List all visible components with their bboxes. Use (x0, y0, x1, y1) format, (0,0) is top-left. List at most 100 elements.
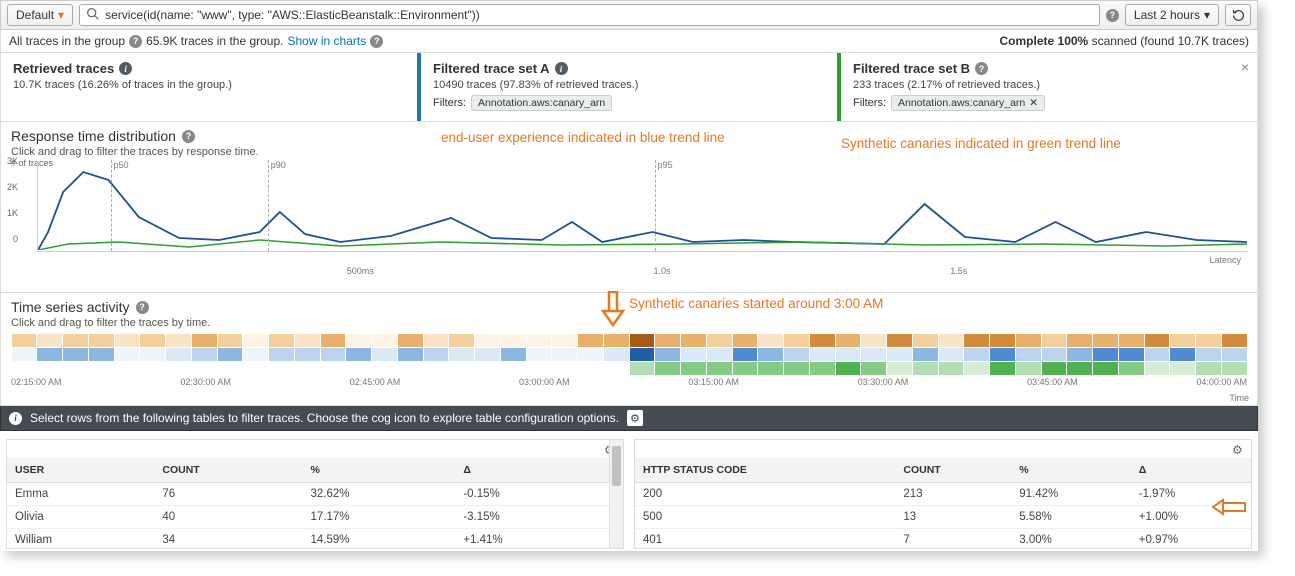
heatmap-cell[interactable] (1042, 362, 1067, 375)
heatmap-cell[interactable] (990, 348, 1015, 361)
heatmap-cell[interactable] (1119, 334, 1144, 347)
heatmap-cell[interactable] (758, 362, 783, 375)
heatmap-cell[interactable] (1196, 348, 1221, 361)
heatmap-cell[interactable] (733, 348, 758, 361)
heatmap-cell[interactable] (1016, 348, 1041, 361)
heatmap-cell[interactable] (552, 334, 577, 347)
table-row[interactable]: 20021391.42%-1.97% (635, 483, 1251, 506)
scrollbar[interactable] (609, 440, 623, 548)
heatmap-cell[interactable] (475, 334, 500, 347)
heatmap-cell[interactable] (939, 334, 964, 347)
heatmap-cell[interactable] (964, 334, 989, 347)
heatmap-cell[interactable] (1067, 362, 1092, 375)
heatmap-cell[interactable] (990, 334, 1015, 347)
timeseries-heatmap[interactable] (11, 333, 1247, 375)
heatmap-cell[interactable] (321, 348, 346, 361)
heatmap-cell[interactable] (887, 362, 912, 375)
heatmap-cell[interactable] (346, 348, 371, 361)
heatmap-cell[interactable] (1222, 362, 1247, 375)
heatmap-cell[interactable] (887, 348, 912, 361)
heatmap-cell[interactable] (707, 334, 732, 347)
filter-chip-annotation-canary[interactable]: Annotation.aws:canary_arn ✕ (891, 95, 1045, 111)
heatmap-cell[interactable] (552, 348, 577, 361)
heatmap-cell[interactable] (707, 362, 732, 375)
heatmap-cell[interactable] (784, 334, 809, 347)
timerange-dropdown[interactable]: Last 2 hours ▾ (1125, 4, 1219, 26)
heatmap-cell[interactable] (964, 348, 989, 361)
heatmap-cell[interactable] (990, 362, 1015, 375)
heatmap-cell[interactable] (552, 362, 577, 375)
col-delta[interactable]: Δ (455, 458, 609, 483)
heatmap-cell[interactable] (964, 362, 989, 375)
heatmap-cell[interactable] (630, 334, 655, 347)
heatmap-cell[interactable] (784, 362, 809, 375)
chip-remove-icon[interactable]: ✕ (1029, 97, 1038, 109)
heatmap-cell[interactable] (63, 362, 88, 375)
heatmap-cell[interactable] (295, 334, 320, 347)
heatmap-cell[interactable] (218, 348, 243, 361)
heatmap-cell[interactable] (192, 362, 217, 375)
heatmap-cell[interactable] (810, 334, 835, 347)
heatmap-cell[interactable] (784, 348, 809, 361)
show-in-charts-link[interactable]: Show in charts (287, 34, 366, 48)
col-percent[interactable]: % (1011, 458, 1131, 483)
heatmap-cell[interactable] (449, 334, 474, 347)
heatmap-cell[interactable] (192, 348, 217, 361)
heatmap-cell[interactable] (604, 334, 629, 347)
heatmap-cell[interactable] (913, 334, 938, 347)
heatmap-cell[interactable] (501, 334, 526, 347)
col-status[interactable]: HTTP STATUS CODE (635, 458, 895, 483)
heatmap-cell[interactable] (861, 334, 886, 347)
heatmap-cell[interactable] (12, 362, 37, 375)
refresh-button[interactable] (1225, 4, 1251, 26)
heatmap-cell[interactable] (295, 348, 320, 361)
heatmap-cell[interactable] (758, 348, 783, 361)
col-count[interactable]: COUNT (154, 458, 302, 483)
info-icon[interactable]: i (119, 62, 132, 75)
heatmap-cell[interactable] (269, 334, 294, 347)
heatmap-cell[interactable] (1170, 348, 1195, 361)
heatmap-cell[interactable] (578, 362, 603, 375)
heatmap-cell[interactable] (733, 362, 758, 375)
heatmap-cell[interactable] (37, 362, 62, 375)
heatmap-cell[interactable] (89, 348, 114, 361)
heatmap-cell[interactable] (1196, 362, 1221, 375)
heatmap-cell[interactable] (372, 348, 397, 361)
heatmap-cell[interactable] (836, 334, 861, 347)
heatmap-cell[interactable] (346, 334, 371, 347)
heatmap-cell[interactable] (1222, 334, 1247, 347)
heatmap-cell[interactable] (475, 362, 500, 375)
heatmap-cell[interactable] (243, 362, 268, 375)
query-box[interactable] (79, 4, 1100, 26)
heatmap-cell[interactable] (37, 334, 62, 347)
heatmap-cell[interactable] (1093, 362, 1118, 375)
heatmap-cell[interactable] (939, 348, 964, 361)
heatmap-cell[interactable] (243, 348, 268, 361)
heatmap-cell[interactable] (681, 348, 706, 361)
heatmap-cell[interactable] (372, 362, 397, 375)
trace-set-b-help-icon[interactable]: ? (975, 62, 988, 75)
col-percent[interactable]: % (303, 458, 456, 483)
heatmap-cell[interactable] (1093, 348, 1118, 361)
heatmap-cell[interactable] (1145, 334, 1170, 347)
heatmap-cell[interactable] (218, 334, 243, 347)
heatmap-cell[interactable] (89, 362, 114, 375)
heatmap-cell[interactable] (1196, 334, 1221, 347)
heatmap-cell[interactable] (140, 334, 165, 347)
heatmap-cell[interactable] (1042, 348, 1067, 361)
col-user[interactable]: USER (7, 458, 154, 483)
heatmap-cell[interactable] (578, 334, 603, 347)
heatmap-cell[interactable] (218, 362, 243, 375)
heatmap-cell[interactable] (140, 362, 165, 375)
show-in-charts-help-icon[interactable]: ? (370, 35, 383, 48)
heatmap-cell[interactable] (1119, 362, 1144, 375)
heatmap-cell[interactable] (269, 348, 294, 361)
heatmap-cell[interactable] (527, 362, 552, 375)
heatmap-cell[interactable] (655, 334, 680, 347)
heatmap-cell[interactable] (604, 362, 629, 375)
heatmap-cell[interactable] (630, 362, 655, 375)
heatmap-cell[interactable] (1042, 334, 1067, 347)
heatmap-cell[interactable] (939, 362, 964, 375)
gear-icon[interactable]: ⚙ (1232, 443, 1246, 457)
heatmap-cell[interactable] (166, 362, 191, 375)
